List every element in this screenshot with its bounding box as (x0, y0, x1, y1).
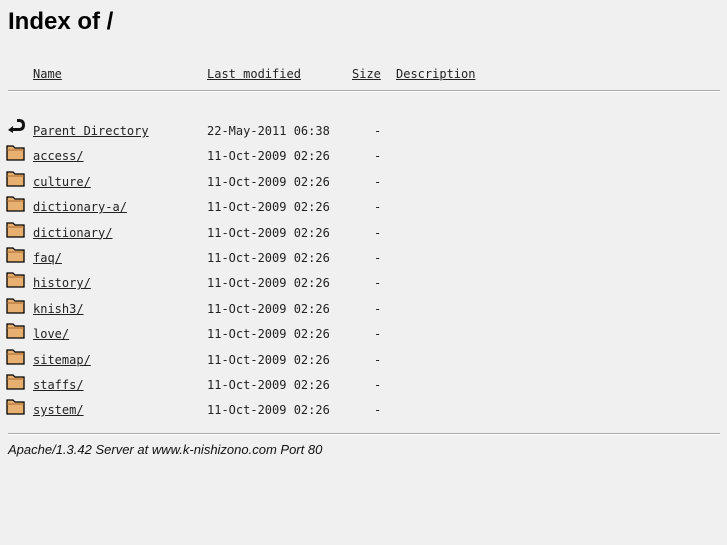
size: - (374, 174, 382, 189)
folder-icon (6, 320, 26, 340)
folder-icon (6, 219, 26, 239)
size: - (374, 124, 382, 138)
entry-link[interactable]: culture/ (33, 175, 91, 189)
table-row: knish3/11-Oct-2009 02:26 - (0, 298, 727, 327)
folder-icon (6, 295, 26, 315)
last-modified: 11-Oct-2009 02:26 (207, 301, 330, 316)
table-row: staffs/11-Oct-2009 02:26 - (0, 374, 727, 403)
last-modified: 11-Oct-2009 02:26 (207, 200, 330, 215)
last-modified: 11-Oct-2009 02:26 (207, 352, 330, 367)
table-row: access/11-Oct-2009 02:26 - (0, 145, 727, 174)
table-row: dictionary/11-Oct-2009 02:26 - (0, 221, 727, 251)
sort-by-last-modified-link[interactable]: Last modified (207, 67, 301, 81)
table-row: culture/11-Oct-2009 02:26 - (0, 171, 727, 200)
table-row: love/11-Oct-2009 02:26 - (0, 323, 727, 352)
entry-link[interactable]: knish3/ (33, 302, 84, 316)
size: - (374, 301, 382, 316)
entry-link[interactable]: access/ (33, 149, 84, 163)
server-signature: Apache/1.3.42 Server at www.k-nishizono.… (8, 442, 323, 457)
last-modified: 11-Oct-2009 02:26 (207, 327, 330, 342)
entry-link[interactable]: dictionary-a/ (33, 200, 127, 214)
sort-by-name-link[interactable]: Name (33, 67, 62, 81)
page-title: Index of / (8, 8, 114, 35)
footer-divider (8, 433, 720, 435)
entry-link[interactable]: system/ (33, 403, 84, 417)
folder-icon (6, 269, 26, 289)
last-modified: 11-Oct-2009 02:26 (207, 225, 330, 240)
folder-icon (6, 142, 26, 162)
sort-by-size-link[interactable]: Size (352, 67, 381, 81)
folder-icon (6, 244, 26, 264)
entry-link[interactable]: history/ (33, 276, 91, 290)
size: - (374, 200, 382, 215)
folder-icon (6, 168, 26, 188)
back-icon (6, 117, 26, 137)
size: - (374, 327, 382, 342)
entry-link[interactable]: Parent Directory (33, 124, 149, 138)
table-row: dictionary-a/11-Oct-2009 02:26 - (0, 196, 727, 225)
last-modified: 11-Oct-2009 02:26 (207, 378, 330, 392)
table-row: history/11-Oct-2009 02:26 - (0, 272, 727, 301)
size: - (374, 251, 382, 265)
last-modified: 11-Oct-2009 02:26 (207, 276, 330, 291)
size: - (374, 225, 382, 240)
folder-icon (6, 346, 26, 366)
table-row: Parent Directory 22-May-2011 06:38 - (0, 119, 727, 149)
size: - (374, 149, 382, 164)
entry-link[interactable]: faq/ (33, 251, 62, 265)
last-modified: 11-Oct-2009 02:26 (207, 149, 330, 164)
folder-icon (6, 396, 26, 416)
last-modified: 11-Oct-2009 02:26 (207, 251, 330, 265)
entry-link[interactable]: love/ (33, 327, 69, 341)
last-modified: 11-Oct-2009 02:26 (207, 403, 330, 418)
entry-link[interactable]: dictionary/ (33, 226, 112, 240)
size: - (374, 378, 382, 392)
header-divider (8, 90, 720, 92)
size: - (374, 403, 382, 418)
sort-by-description-link[interactable]: Description (396, 67, 475, 81)
entry-link[interactable]: staffs/ (33, 378, 84, 392)
size: - (374, 276, 382, 291)
last-modified: 22-May-2011 06:38 (207, 124, 330, 138)
folder-icon (6, 371, 26, 391)
folder-icon (6, 193, 26, 213)
table-row: faq/11-Oct-2009 02:26 - (0, 247, 727, 276)
size: - (374, 352, 382, 367)
table-row: system/11-Oct-2009 02:26 - (0, 399, 727, 428)
entry-link[interactable]: sitemap/ (33, 353, 91, 367)
last-modified: 11-Oct-2009 02:26 (207, 174, 330, 189)
table-row: sitemap/11-Oct-2009 02:26 - (0, 348, 727, 378)
